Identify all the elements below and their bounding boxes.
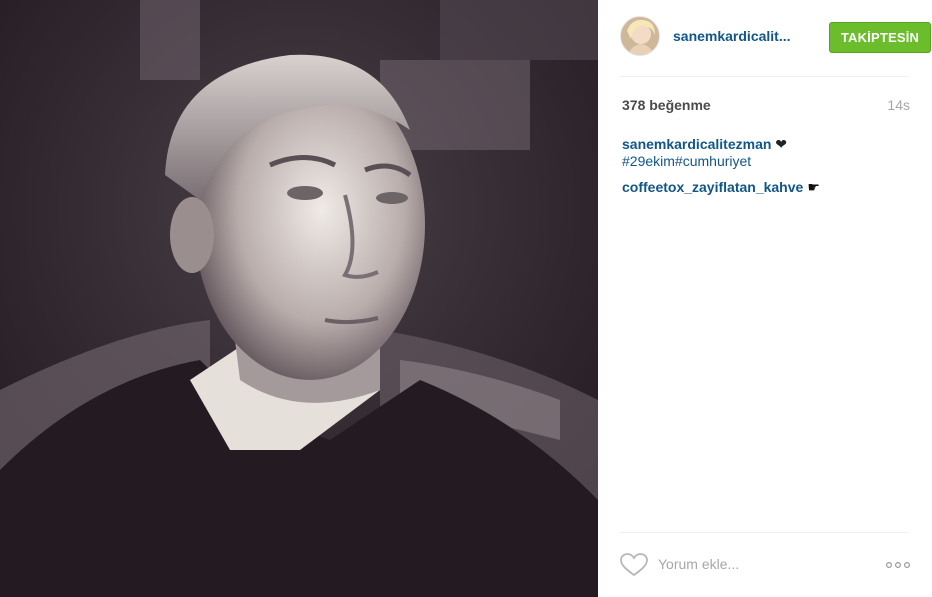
comment-author-link[interactable]: coffeetox_zayiflatan_kahve [622,179,803,195]
avatar-image [621,17,659,55]
following-button[interactable]: TAKİPTESİN [829,22,931,53]
more-options-button[interactable] [885,558,911,572]
post-photo [0,0,598,597]
like-count[interactable]: 378 beğenme [622,97,711,113]
footer-divider [620,532,909,533]
post-timestamp[interactable]: 14s [887,97,910,113]
heart-outline-icon [620,553,648,577]
portrait-image [0,0,598,597]
comment-input[interactable] [658,553,858,575]
avatar[interactable] [620,16,660,56]
caption-author-link[interactable]: sanemkardicalitezman [622,136,771,152]
like-button[interactable] [620,553,648,577]
more-dots-icon [885,561,911,569]
caption-text: ❤ [775,136,788,152]
comment-text: ☛ [807,179,820,195]
comment-item: coffeetox_zayiflatan_kahve ☛ [622,178,820,196]
username-link[interactable]: sanemkardicalit... [673,28,803,44]
caption-hashtags[interactable]: #29ekim#cumhuriyet [622,153,751,169]
post-sidebar: sanemkardicalit... TAKİPTESİN 378 beğenm… [598,0,932,597]
caption: sanemkardicalitezman ❤ [622,135,912,153]
header-divider [620,76,909,77]
post-header: sanemkardicalit... TAKİPTESİN [620,14,931,60]
